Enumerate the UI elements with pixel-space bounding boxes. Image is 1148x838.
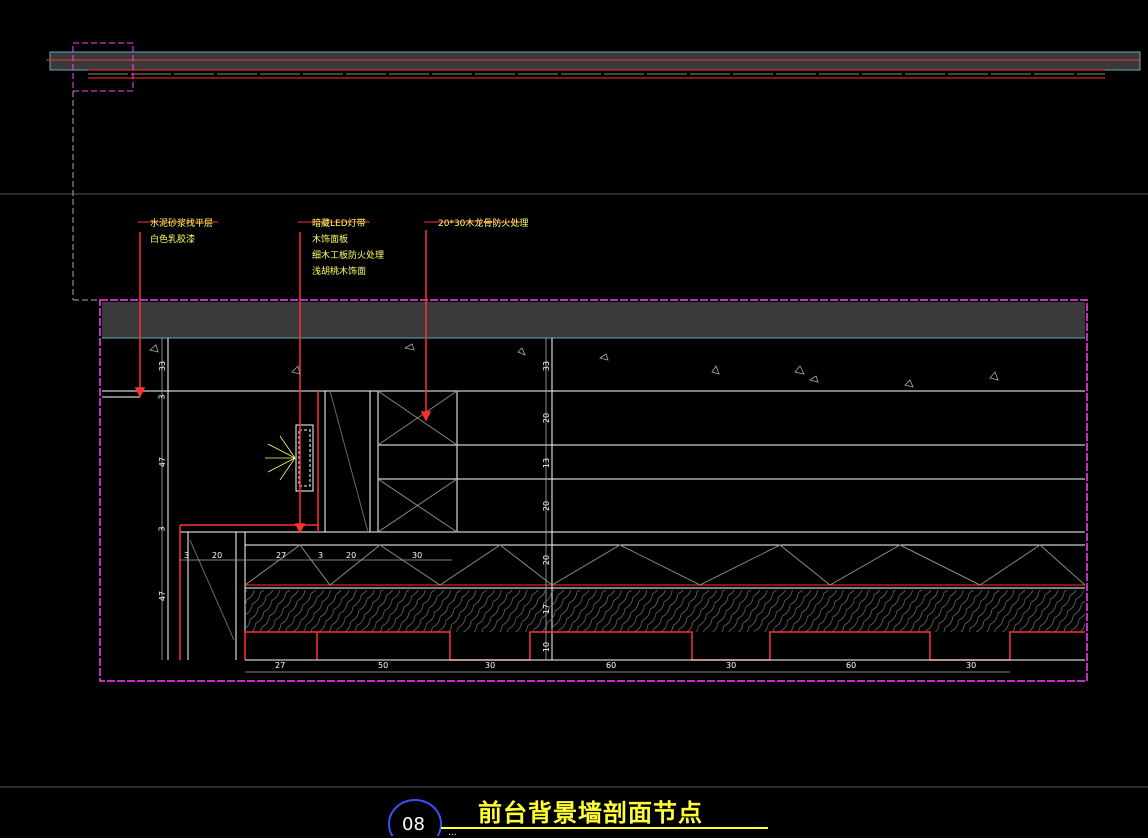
dimension-text: 13: [542, 457, 552, 469]
dimension-text: 30: [966, 661, 977, 670]
dimension-text: 33: [542, 360, 552, 372]
sheet-number: 08: [402, 814, 425, 835]
dimension-text: 3: [318, 551, 324, 560]
dimension-text: 20: [542, 500, 552, 512]
dimension-text: 10: [542, 641, 552, 653]
callout-label: 白色乳胶漆: [150, 235, 196, 245]
dimension-text: 30: [485, 661, 496, 670]
dimension-text: 27: [276, 551, 287, 560]
callout-label: 水泥砂浆找平层: [150, 219, 214, 229]
section-detail: [99, 221, 1088, 682]
overview-strip: [46, 42, 1141, 92]
dimension-text: 33: [158, 360, 168, 372]
dimension-text: 60: [846, 661, 857, 670]
dimension-text: 20: [346, 551, 357, 560]
callout-label: 暗藏LED灯带: [312, 219, 366, 229]
cad-drawing-canvas: [0, 42, 1148, 836]
callout-label: 木饰面板: [312, 235, 349, 245]
drawing-title: 前台背景墙剖面节点: [478, 799, 703, 827]
dimension-text: 20: [542, 412, 552, 424]
dimension-text: 17: [542, 603, 552, 615]
dimension-text: 50: [378, 661, 389, 670]
drawing-subtext: ...: [448, 828, 457, 838]
dimension-text: 3: [157, 526, 167, 532]
dimension-text: 3: [184, 551, 190, 560]
dimension-text: 30: [726, 661, 737, 670]
dimension-text: 60: [606, 661, 617, 670]
dimension-text: 30: [412, 551, 423, 560]
dimension-text: 20: [212, 551, 223, 560]
dimension-text: 27: [275, 661, 286, 670]
dimension-text: 3: [157, 394, 167, 400]
dimension-text: 47: [158, 456, 168, 468]
callout-label: 浅胡桃木饰面: [312, 267, 367, 277]
dimension-text: 20: [542, 554, 552, 566]
callout-label: 20*30木龙骨防火处理: [438, 219, 529, 229]
dimension-text: 47: [158, 590, 168, 602]
callout-label: 细木工板防火处理: [312, 251, 385, 261]
